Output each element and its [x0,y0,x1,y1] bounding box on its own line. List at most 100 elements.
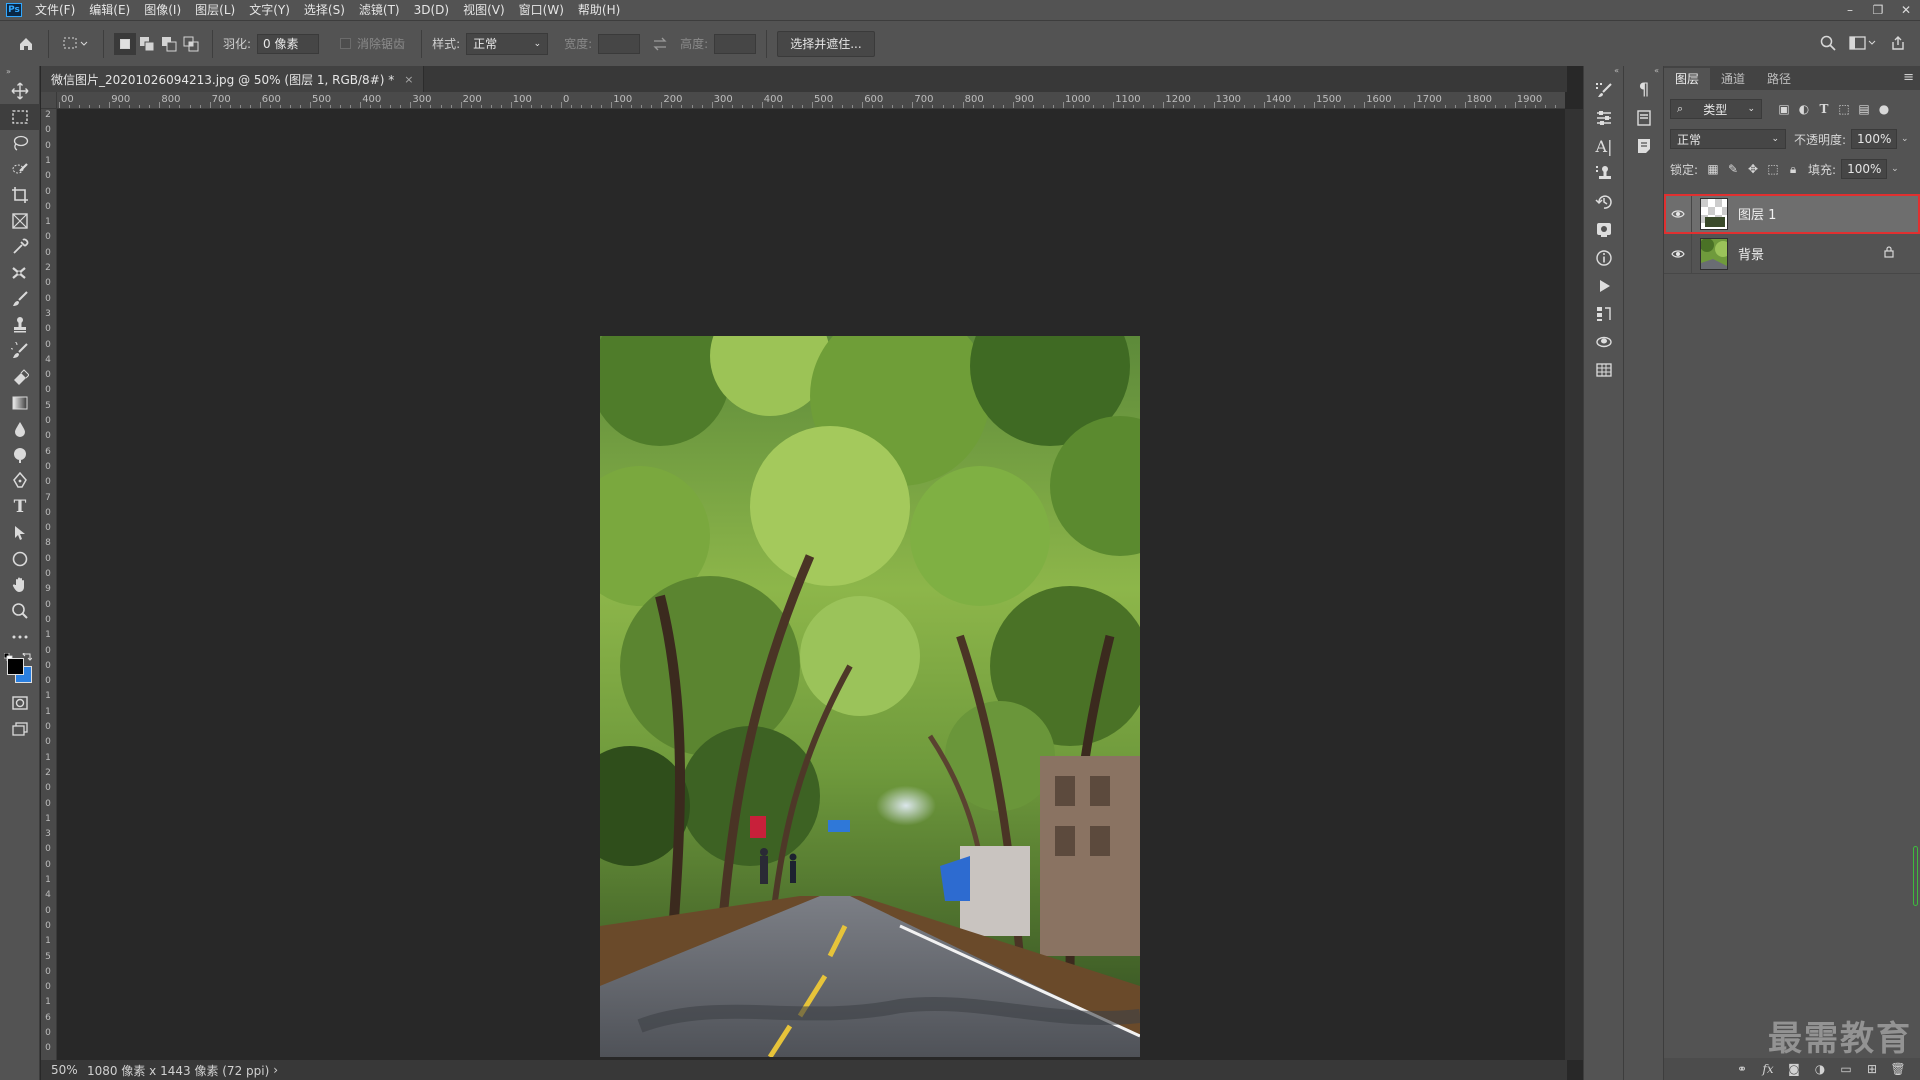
document-image[interactable] [600,336,1140,1057]
new-selection-icon[interactable] [114,32,136,55]
menu-help[interactable]: 帮助(H) [571,0,627,20]
layer-row-background[interactable]: 背景 [1664,233,1920,274]
subtract-from-selection-icon[interactable] [158,33,180,55]
smart-object-filter-icon[interactable]: ▤ [1854,99,1874,119]
eraser-tool-icon[interactable] [0,364,40,390]
filter-toggle-icon[interactable]: ● [1874,99,1894,119]
menu-select[interactable]: 选择(S) [297,0,352,20]
filter-kind-select[interactable]: ⌕ 类型 ⌄ [1670,99,1762,119]
collapse-dock-2-icon[interactable]: « [1624,66,1663,76]
background-layer-name[interactable]: 背景 [1738,244,1764,263]
menu-view[interactable]: 视图(V) [456,0,512,20]
collapse-toolbar-icon[interactable]: » [0,66,39,78]
vertical-ruler[interactable]: 2 0 0 1 0 0 0 1 0 0 2 0 0 3 0 0 4 0 0 5 0 0 6 0 0 7 0 0 8 0 0 9 0 0 1 0 0 0 1 1… [41,109,57,1060]
collapse-dock-icon[interactable]: « [1584,66,1623,76]
actions-play-icon[interactable] [1584,272,1624,300]
more-tools-icon[interactable] [0,624,40,650]
zoom-level[interactable]: 50% [41,1063,81,1077]
lock-all-icon[interactable]: 🔒︎ [1783,159,1803,179]
clone-source-icon[interactable] [1584,160,1624,188]
swap-colors-icon[interactable] [22,650,33,661]
menu-filter[interactable]: 滤镜(T) [352,0,407,20]
default-colors-icon[interactable] [3,650,14,662]
lock-position-icon[interactable]: ✥ [1743,159,1763,179]
select-and-mask-button[interactable]: 选择并遮住... [777,30,875,57]
info-icon[interactable] [1584,244,1624,272]
menu-layer[interactable]: 图层(L) [188,0,242,20]
frame-tool-icon[interactable] [0,208,40,234]
opacity-input[interactable]: 100% [1851,129,1898,149]
screen-mode-icon[interactable] [0,716,40,742]
ruler-origin[interactable] [41,92,57,109]
style-select[interactable]: 正常 ⌄ [466,32,549,55]
character-icon[interactable]: A| [1584,132,1624,160]
lasso-tool-icon[interactable] [0,130,40,156]
panel-scroll-indicator[interactable] [1913,846,1918,906]
lock-artboard-icon[interactable]: ⬚ [1763,159,1783,179]
crop-tool-icon[interactable] [0,182,40,208]
properties-icon[interactable] [1624,104,1664,132]
new-adjustment-layer-icon[interactable]: ◑ [1807,1058,1833,1080]
lock-icon[interactable] [1884,246,1894,261]
quick-mask-icon[interactable] [0,690,40,716]
height-input[interactable] [714,33,757,54]
menu-3d[interactable]: 3D(D) [407,0,456,20]
brush-settings-icon[interactable] [1584,76,1624,104]
search-icon[interactable] [1816,31,1840,55]
status-arrow-icon[interactable]: › [273,1063,278,1077]
workspace-icon[interactable] [1846,31,1880,55]
pixel-layer-filter-icon[interactable]: ▣ [1774,99,1794,119]
move-tool-icon[interactable] [0,78,40,104]
brush-tool-icon[interactable] [0,286,40,312]
vertical-scrollbar[interactable] [1565,109,1583,1060]
history-brush-tool-icon[interactable] [0,338,40,364]
minimize-button[interactable]: – [1836,0,1864,20]
menu-edit[interactable]: 编辑(E) [82,0,137,20]
spot-healing-brush-tool-icon[interactable] [0,260,40,286]
menu-image[interactable]: 图像(I) [137,0,188,20]
tab-layers[interactable]: 图层 [1664,68,1711,90]
quick-selection-tool-icon[interactable] [0,156,40,182]
type-tool-icon[interactable]: T [0,494,40,520]
ellipse-tool-icon[interactable] [0,546,40,572]
fill-input[interactable]: 100% [1841,159,1888,179]
panel-menu-icon[interactable]: ≡ [1903,70,1914,85]
learn-icon[interactable] [1584,216,1624,244]
lock-transparent-pixels-icon[interactable]: ▦ [1703,159,1723,179]
antialias-checkbox[interactable] [340,38,352,49]
3d-icon[interactable] [1584,328,1624,356]
add-mask-icon[interactable]: ◙ [1781,1058,1807,1080]
adjustments-sliders-icon[interactable] [1584,104,1624,132]
menu-window[interactable]: 窗口(W) [512,0,571,20]
history-icon[interactable] [1584,188,1624,216]
menu-file[interactable]: 文件(F) [28,0,82,20]
close-tab-icon[interactable]: × [404,73,413,86]
delete-layer-icon[interactable]: 🗑︎ [1885,1058,1911,1080]
table-grid-icon[interactable] [1584,356,1624,384]
tab-channels[interactable]: 通道 [1710,68,1756,90]
eye-icon[interactable] [1664,193,1692,234]
swap-width-height-icon[interactable] [648,32,672,56]
add-to-selection-icon[interactable] [136,33,158,55]
gradient-tool-icon[interactable] [0,390,40,416]
hand-tool-icon[interactable] [0,572,40,598]
chevron-down-icon[interactable]: ⌄ [1891,164,1899,174]
dodge-tool-icon[interactable] [0,442,40,468]
new-layer-icon[interactable]: ⊞ [1859,1058,1885,1080]
blur-tool-icon[interactable] [0,416,40,442]
canvas-workspace[interactable] [58,110,1565,1060]
new-group-icon[interactable]: ▭ [1833,1058,1859,1080]
paragraph-icon[interactable]: ¶ [1624,76,1664,104]
horizontal-ruler[interactable]: 00 900 800 700 600 500 400 300 200 100 0 100 200 300 4… [57,92,1565,109]
chevron-down-icon[interactable]: ⌄ [1901,134,1909,144]
layer1-name[interactable]: 图层 1 [1738,204,1776,223]
menu-type[interactable]: 文字(Y) [242,0,297,20]
marquee-preset-picker-icon[interactable] [59,32,93,56]
intersect-selection-icon[interactable] [180,33,202,55]
lock-image-pixels-icon[interactable]: ✎ [1723,159,1743,179]
adjustment-layer-filter-icon[interactable]: ◐ [1794,99,1814,119]
tab-paths[interactable]: 路径 [1756,68,1802,90]
shape-layer-filter-icon[interactable]: ⬚ [1834,99,1854,119]
clone-stamp-tool-icon[interactable] [0,312,40,338]
link-layers-icon[interactable]: ⚭ [1729,1058,1755,1080]
